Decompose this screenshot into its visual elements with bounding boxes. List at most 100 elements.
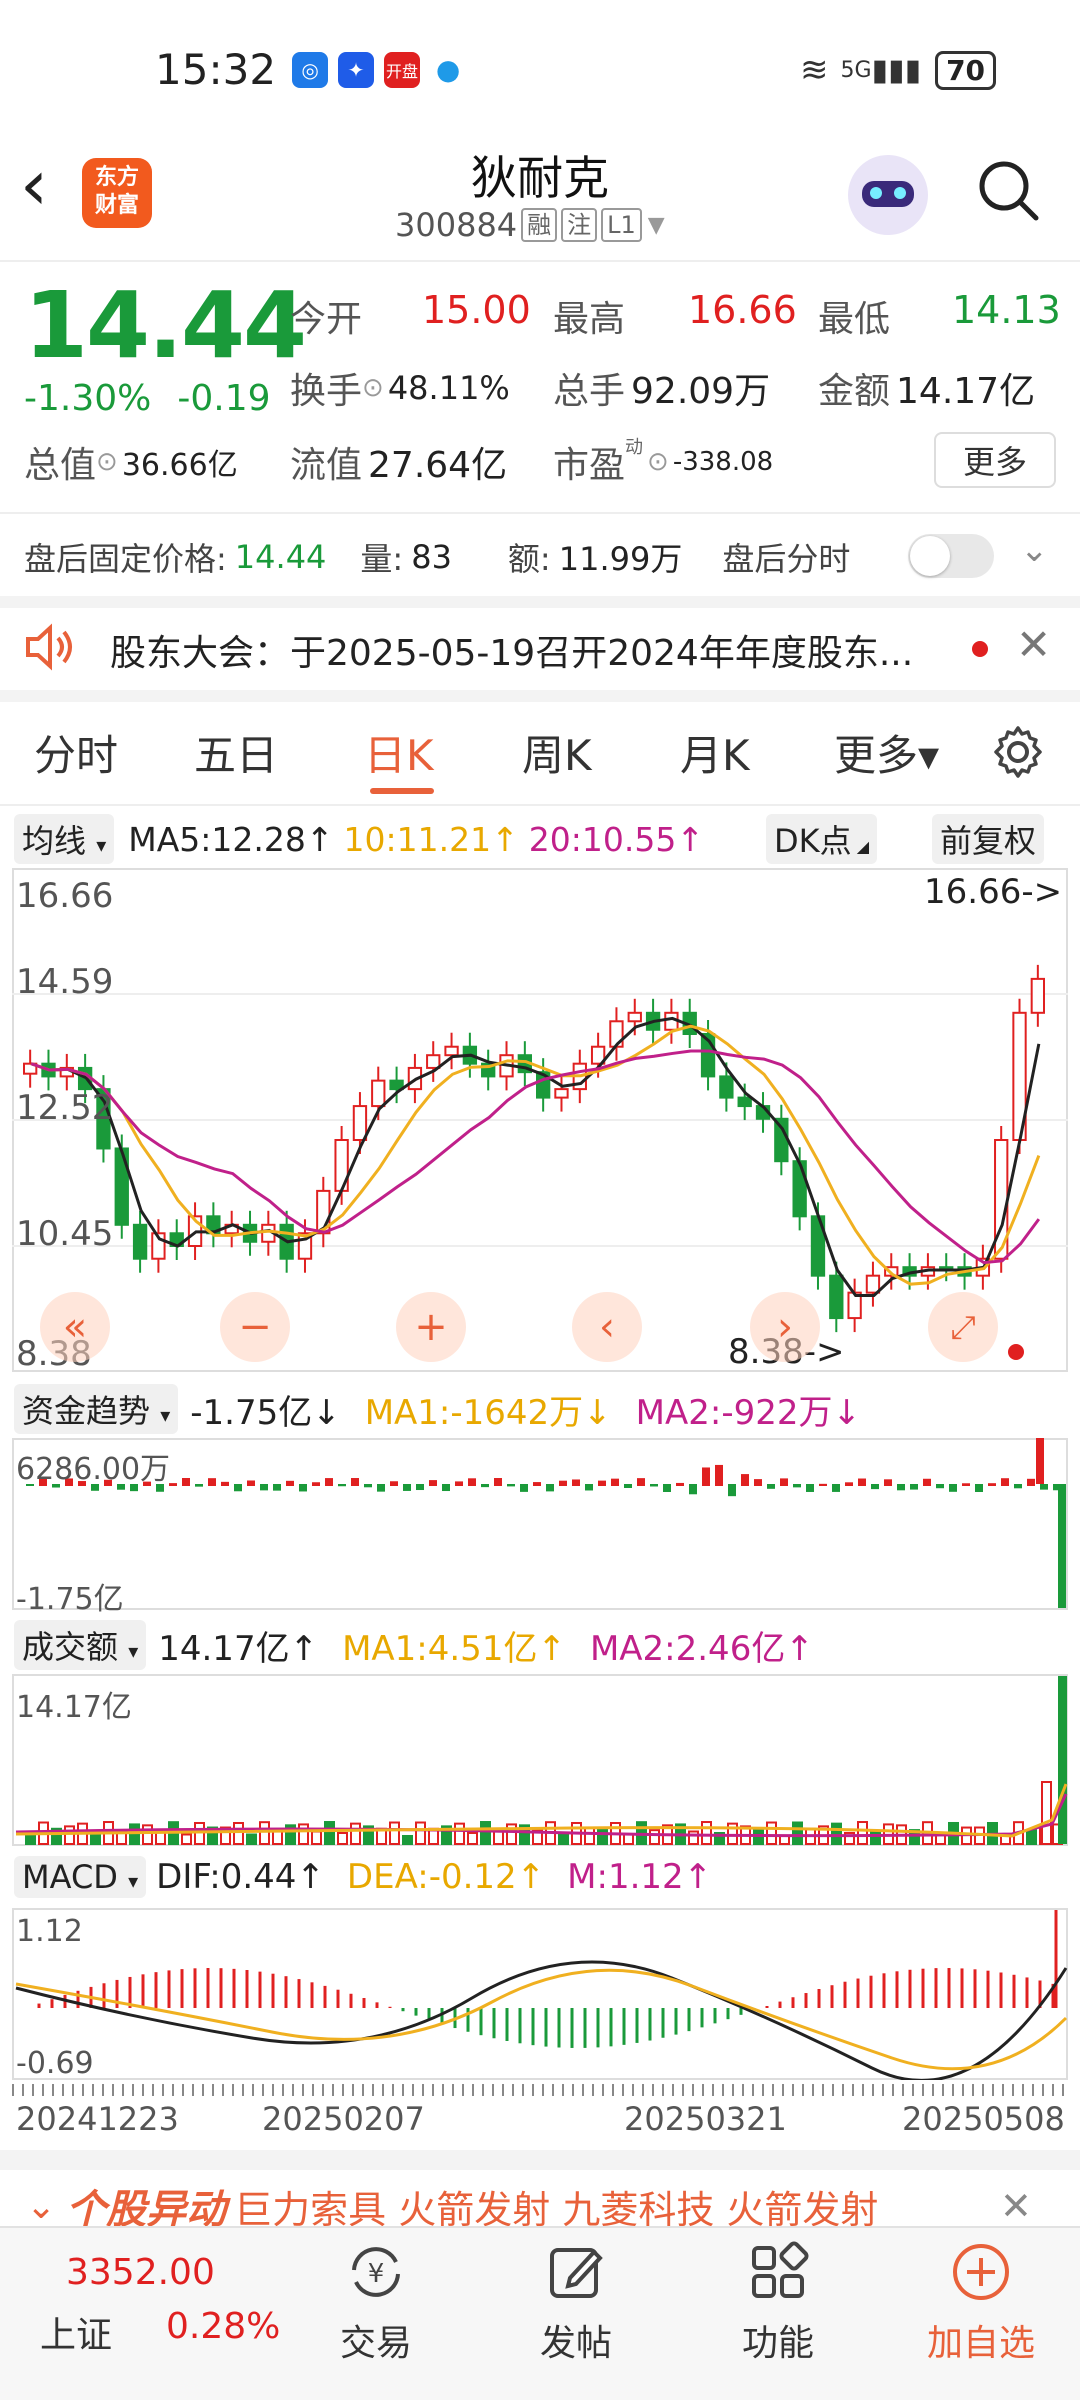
fund-bar xyxy=(325,1478,333,1486)
stock-alert-ticker[interactable]: ⌄ 个股异动 巨力索具 火箭发射 九菱科技 火箭发射 xyxy=(26,2186,986,2226)
add-watchlist-nav-item[interactable]: 加自选 xyxy=(906,2240,1056,2366)
fund-bar xyxy=(403,1484,411,1491)
fund-bar xyxy=(494,1478,502,1486)
fund-bar xyxy=(221,1481,229,1486)
tab-more[interactable]: 更多▾ xyxy=(834,722,939,783)
turnover-bar xyxy=(64,1825,75,1846)
trade-nav-item[interactable]: ¥ 交易 xyxy=(316,2240,436,2366)
scroll-left-fast-button[interactable]: « xyxy=(40,1292,110,1362)
turnover-bar xyxy=(649,1829,660,1846)
zoom-out-button[interactable]: − xyxy=(220,1292,290,1362)
turnover-bar xyxy=(337,1832,348,1845)
turnover-bar xyxy=(142,1824,153,1845)
date-axis-ticks xyxy=(12,2084,1068,2096)
after-hours-price: 14.44 xyxy=(234,538,327,576)
notice-text[interactable]: 股东大会：于2025-05-19召开2024年年度股东... xyxy=(110,624,913,676)
info-icon[interactable]: ⊙ xyxy=(362,373,384,403)
settings-gear-icon[interactable] xyxy=(990,724,1046,784)
zoom-in-button[interactable]: + xyxy=(396,1292,466,1362)
candle-body xyxy=(132,1223,148,1260)
fund-bar xyxy=(208,1478,216,1486)
candle-body xyxy=(774,1117,789,1163)
svg-text:¥: ¥ xyxy=(368,2259,385,2289)
fund-flow-bottom-label: -1.75亿 xyxy=(16,1582,124,1617)
candle-body xyxy=(426,1054,441,1069)
fund-bar xyxy=(728,1484,736,1497)
index-name[interactable]: 上证 xyxy=(40,2306,112,2358)
float-label: 流值 xyxy=(290,445,363,486)
post-nav-item[interactable]: 发帖 xyxy=(516,2240,636,2366)
fund-bar xyxy=(806,1484,814,1492)
status-bar: 15:32 ◎ ✦ 开盘 ● ≋ 5G ▮▮▮ 70 xyxy=(0,0,1080,140)
fund-bar xyxy=(1040,1484,1048,1490)
turnover-chart[interactable] xyxy=(12,1674,1068,1846)
info-icon[interactable]: ⊙ xyxy=(647,447,669,477)
fullscreen-icon[interactable]: ⤢ xyxy=(928,1292,998,1362)
close-icon[interactable]: ✕ xyxy=(1000,2184,1032,2228)
change-value: -0.19 xyxy=(177,378,271,419)
more-button[interactable]: 更多 xyxy=(934,432,1056,488)
tab-five-day[interactable]: 五日 xyxy=(194,722,278,783)
candle-body xyxy=(352,1105,368,1141)
fund-flow-chart[interactable] xyxy=(12,1438,1068,1610)
kline-y-label-max: 16.66 xyxy=(16,876,114,916)
fund-bar xyxy=(923,1478,931,1486)
close-icon[interactable]: ✕ xyxy=(1016,620,1051,669)
fund-flow-ma2: MA2:-922万↓ xyxy=(635,1392,862,1433)
function-label: 功能 xyxy=(741,2323,814,2364)
chevron-down-icon[interactable]: ⌄ xyxy=(1020,530,1049,570)
turnover-bar xyxy=(701,1821,712,1846)
turnover-bar xyxy=(857,1821,868,1845)
turnover-bar xyxy=(259,1821,270,1845)
dk-point-button[interactable]: DK点 ◢ xyxy=(766,814,878,864)
after-hours-toggle-label: 盘后分时 xyxy=(722,540,851,578)
mktcap-value: 36.66亿 xyxy=(121,448,238,483)
scroll-right-button[interactable]: › xyxy=(750,1292,820,1362)
robot-avatar-icon[interactable] xyxy=(848,155,928,235)
info-icon[interactable]: ⊙ xyxy=(96,447,118,477)
fund-flow-selector-label: 资金趋势 xyxy=(22,1392,151,1430)
after-hours-toggle[interactable] xyxy=(908,534,994,578)
fund-bar xyxy=(884,1479,892,1486)
fund-bar xyxy=(871,1484,879,1490)
fund-bar xyxy=(377,1484,385,1492)
tab-weekly-k[interactable]: 周K xyxy=(522,722,592,783)
scroll-left-button[interactable]: ‹ xyxy=(572,1292,642,1362)
fund-bar xyxy=(936,1484,944,1489)
tab-intraday[interactable]: 分时 xyxy=(34,722,118,783)
turnover-bar xyxy=(1026,1829,1037,1846)
wifi-icon: ≋ xyxy=(800,50,829,90)
fund-bar xyxy=(611,1478,619,1486)
index-value[interactable]: 3352.00 xyxy=(66,2252,215,2293)
search-icon[interactable] xyxy=(978,160,1040,222)
turnover-bar xyxy=(584,1826,595,1846)
macd-selector[interactable]: MACD ▾ xyxy=(14,1856,147,1898)
amount-label: 金额 xyxy=(818,371,891,412)
turnover-selector[interactable]: 成交额 ▾ xyxy=(14,1620,147,1670)
turnover-bar xyxy=(25,1835,36,1845)
fund-bar xyxy=(416,1484,424,1491)
fund-bar xyxy=(481,1484,489,1488)
candle-body xyxy=(371,1079,386,1108)
macd-top-label: 1.12 xyxy=(16,1914,83,1949)
kline-chart[interactable] xyxy=(12,868,1068,1372)
tab-daily-k[interactable]: 日K xyxy=(364,722,434,783)
tag-level: L1 xyxy=(601,208,642,242)
candle-body xyxy=(444,1045,459,1057)
ma-selector[interactable]: 均线 ▾ xyxy=(14,814,115,864)
macd-dif: DIF:0.44↑ xyxy=(156,1857,325,1897)
adjust-button[interactable]: 前复权 xyxy=(932,814,1045,864)
after-hours-price-label: 盘后固定价格: xyxy=(24,540,227,578)
add-circle-icon xyxy=(906,2240,1056,2304)
candle-body xyxy=(554,1088,569,1099)
low-label: 最低 xyxy=(818,299,891,340)
tab-monthly-k[interactable]: 月K xyxy=(680,722,750,783)
fund-bar xyxy=(572,1479,580,1486)
pe-label: 市盈 xyxy=(553,445,626,486)
stock-code-row[interactable]: 300884 融 注 L1 ▼ xyxy=(395,206,665,244)
macd-chart[interactable] xyxy=(12,1908,1068,2080)
amount-value: 14.17亿 xyxy=(896,371,1036,412)
fund-bar xyxy=(338,1484,346,1487)
function-nav-item[interactable]: 功能 xyxy=(718,2240,838,2366)
fund-flow-selector[interactable]: 资金趋势 ▾ xyxy=(14,1384,179,1434)
